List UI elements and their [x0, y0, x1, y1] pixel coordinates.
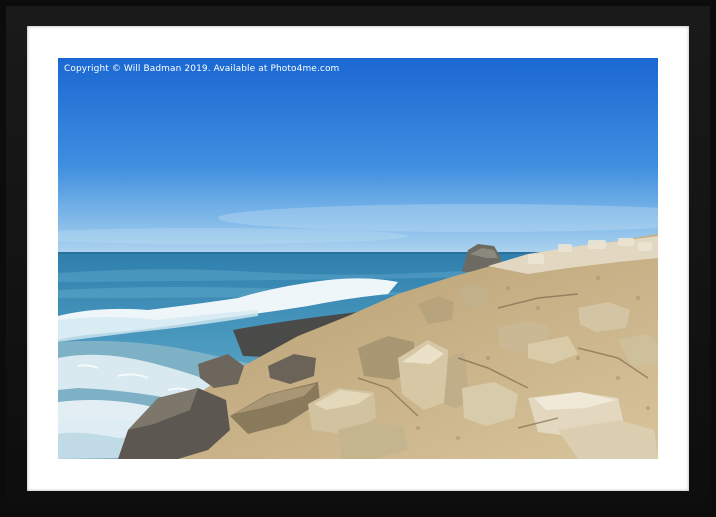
- seascape-image: [58, 58, 658, 459]
- coastal-photo: Copyright © Will Badman 2019. Available …: [58, 58, 658, 459]
- copyright-watermark: Copyright © Will Badman 2019. Available …: [64, 64, 340, 74]
